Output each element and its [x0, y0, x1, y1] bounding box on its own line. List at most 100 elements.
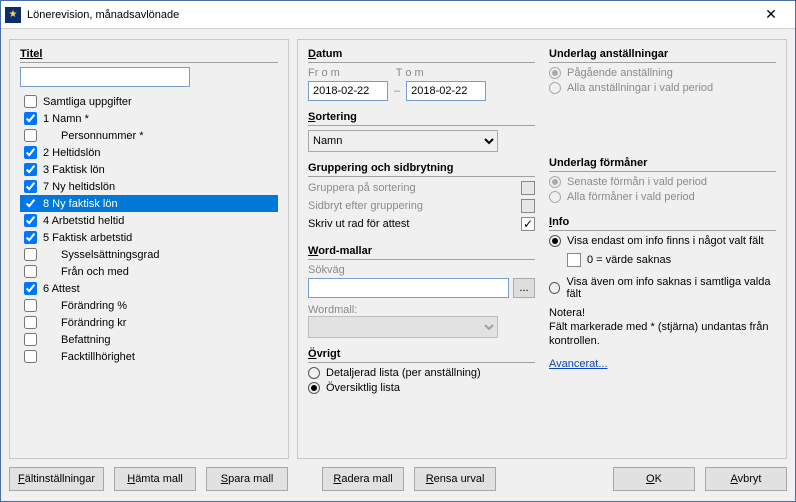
- checklist-row[interactable]: 4 Arbetstid heltid: [20, 212, 278, 229]
- close-button[interactable]: ✕: [751, 4, 791, 26]
- field-checklist[interactable]: Samtliga uppgifter 1 Namn * Personnummer *…: [20, 93, 278, 448]
- gruppering-title: Gruppering och sidbrytning: [308, 162, 535, 177]
- checklist-row[interactable]: Från och med: [20, 263, 278, 280]
- word-group: Word-mallar Sökväg ... Wordmall:: [308, 245, 535, 338]
- attest-label: Skriv ut rad för attest: [308, 218, 409, 230]
- rensa-urval-button[interactable]: Rensa urval: [414, 467, 496, 491]
- titel-heading: Titel: [20, 48, 278, 63]
- sortering-select[interactable]: Namn: [308, 130, 498, 152]
- visa-aven-radio[interactable]: Visa även om info saknas i samtliga vald…: [549, 276, 776, 300]
- visa-endast-label: Visa endast om info finns i något valt f…: [567, 235, 764, 247]
- datum-title: atum: [316, 48, 342, 60]
- avbryt-button[interactable]: Avbryt: [705, 467, 787, 491]
- checklist-checkbox[interactable]: [24, 248, 37, 261]
- anstallningar-title: Underlag anställningar: [549, 48, 776, 63]
- checklist-row[interactable]: Samtliga uppgifter: [20, 93, 278, 110]
- right-panel: Datum Fr o m T o m – Sortering: [297, 39, 787, 459]
- from-date-input[interactable]: [308, 81, 388, 101]
- wordmall-select: [308, 316, 498, 338]
- checklist-label: Sysselsättningsgrad: [43, 249, 159, 261]
- checklist-label: Förändring kr: [43, 317, 126, 329]
- hamta-mall-button[interactable]: Hämta mall: [114, 467, 196, 491]
- checklist-checkbox[interactable]: [24, 112, 37, 125]
- checklist-checkbox[interactable]: [24, 163, 37, 176]
- checklist-row[interactable]: 6 Attest: [20, 280, 278, 297]
- detaljerad-radio[interactable]: Detaljerad lista (per anställning): [308, 367, 535, 379]
- checklist-checkbox[interactable]: [24, 146, 37, 159]
- formaner-title: Underlag förmåner: [549, 157, 776, 172]
- checklist-row[interactable]: 2 Heltidslön: [20, 144, 278, 161]
- date-dash: –: [394, 85, 400, 97]
- checklist-checkbox[interactable]: [24, 316, 37, 329]
- alla-anst-label: Alla anställningar i vald period: [567, 82, 713, 94]
- avancerat-link[interactable]: Avancerat...: [549, 358, 608, 370]
- visa-endast-radio[interactable]: Visa endast om info finns i något valt f…: [549, 235, 776, 247]
- attest-checkbox[interactable]: ✓: [521, 217, 535, 231]
- checklist-label: Samtliga uppgifter: [43, 96, 132, 108]
- checklist-row[interactable]: Personnummer *: [20, 127, 278, 144]
- sokvag-label: Sökväg: [308, 264, 535, 276]
- checklist-row[interactable]: Facktillhörighet: [20, 348, 278, 365]
- anstallningar-group: Underlag anställningar Pågående anställn…: [549, 48, 776, 97]
- checklist-checkbox[interactable]: [24, 95, 37, 108]
- titel-input[interactable]: [20, 67, 190, 87]
- visa-aven-label: Visa även om info saknas i samtliga vald…: [566, 276, 776, 300]
- ovrigt-group: Övrigt Detaljerad lista (per anställning…: [308, 348, 535, 397]
- checklist-row[interactable]: Förändring %: [20, 297, 278, 314]
- checklist-row[interactable]: 5 Faktisk arbetstid: [20, 229, 278, 246]
- ok-button[interactable]: OK: [613, 467, 695, 491]
- notera-body: Fält markerade med * (stjärna) undantas …: [549, 320, 776, 348]
- checklist-label: Befattning: [43, 334, 111, 346]
- checklist-label: 1 Namn *: [43, 113, 89, 125]
- formaner-group: Underlag förmåner Senaste förmån i vald …: [549, 157, 776, 206]
- checklist-checkbox[interactable]: [24, 231, 37, 244]
- to-date-input[interactable]: [406, 81, 486, 101]
- checklist-checkbox[interactable]: [24, 299, 37, 312]
- detaljerad-label: Detaljerad lista (per anställning): [326, 367, 481, 379]
- sidbryt-label: Sidbryt efter gruppering: [308, 200, 423, 212]
- checklist-checkbox[interactable]: [24, 214, 37, 227]
- footer: Fältinställningar Hämta mall Spara mall …: [1, 463, 795, 501]
- checklist-row[interactable]: 8 Ny faktisk lön: [20, 195, 278, 212]
- checklist-checkbox[interactable]: [24, 265, 37, 278]
- checklist-row[interactable]: Sysselsättningsgrad: [20, 246, 278, 263]
- checklist-row[interactable]: Befattning: [20, 331, 278, 348]
- checklist-row[interactable]: Förändring kr: [20, 314, 278, 331]
- faltinstallningar-button[interactable]: Fältinställningar: [9, 467, 104, 491]
- checklist-label: 7 Ny heltidslön: [43, 181, 115, 193]
- varde-saknas-checkbox[interactable]: 0 = värde saknas: [567, 253, 671, 267]
- checklist-label: 4 Arbetstid heltid: [43, 215, 124, 227]
- sortering-group: Sortering Namn: [308, 111, 535, 152]
- checklist-label: 5 Faktisk arbetstid: [43, 232, 132, 244]
- checklist-label: Personnummer *: [43, 130, 144, 142]
- checklist-checkbox[interactable]: [24, 282, 37, 295]
- checklist-checkbox[interactable]: [24, 129, 37, 142]
- checklist-row[interactable]: 3 Faktisk lön: [20, 161, 278, 178]
- oversiktlig-label: Översiktlig lista: [326, 382, 400, 394]
- wordmall-label: Wordmall:: [308, 304, 535, 316]
- alla-anst-radio[interactable]: Alla anställningar i vald period: [549, 82, 776, 94]
- checklist-row[interactable]: 1 Namn *: [20, 110, 278, 127]
- gruppering-group: Gruppering och sidbrytning Gruppera på s…: [308, 162, 535, 235]
- checklist-label: 3 Faktisk lön: [43, 164, 105, 176]
- checklist-checkbox[interactable]: [24, 180, 37, 193]
- senaste-forman-radio[interactable]: Senaste förmån i vald period: [549, 176, 776, 188]
- oversiktlig-radio[interactable]: Översiktlig lista: [308, 382, 535, 394]
- pagaende-label: Pågående anställning: [567, 67, 673, 79]
- notera-title: Notera!: [549, 306, 776, 320]
- checklist-checkbox[interactable]: [24, 350, 37, 363]
- checklist-checkbox[interactable]: [24, 197, 37, 210]
- datum-group: Datum Fr o m T o m –: [308, 48, 535, 101]
- radera-mall-button[interactable]: Radera mall: [322, 467, 404, 491]
- checklist-label: 8 Ny faktisk lön: [43, 198, 118, 210]
- checklist-row[interactable]: 7 Ny heltidslön: [20, 178, 278, 195]
- checklist-label: Förändring %: [43, 300, 127, 312]
- alla-forman-radio[interactable]: Alla förmåner i vald period: [549, 191, 776, 203]
- sokvag-input[interactable]: [308, 278, 509, 298]
- spara-mall-button[interactable]: Spara mall: [206, 467, 288, 491]
- browse-button[interactable]: ...: [513, 278, 535, 298]
- senaste-forman-label: Senaste förmån i vald period: [567, 176, 707, 188]
- pagaende-radio[interactable]: Pågående anställning: [549, 67, 776, 79]
- checklist-checkbox[interactable]: [24, 333, 37, 346]
- app-icon: ★: [5, 7, 21, 23]
